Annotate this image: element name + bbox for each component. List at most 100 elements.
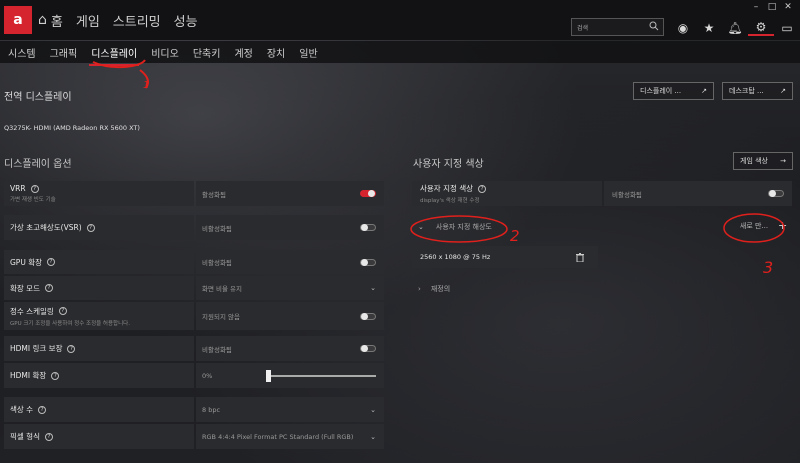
vrr-toggle[interactable] bbox=[360, 190, 376, 197]
resolution-entry[interactable]: 2560 x 1080 @ 75 Hz bbox=[412, 246, 598, 268]
external-link-icon: ↗ bbox=[701, 87, 707, 95]
override-label: 재정의 bbox=[430, 285, 451, 293]
amd-logo[interactable]: a bbox=[4, 6, 32, 34]
tab-system[interactable]: 시스템 bbox=[8, 45, 36, 60]
option-row-integer-scaling: 정수 스케일링? GPU 크기 조정을 사용하여 정수 조정을 허용합니다. 지… bbox=[4, 302, 384, 330]
top-bar: a ⌂ 홈 게임 스트리밍 성능 검색 – □ ✕ ◉ ★ 🔔︎ ⚙ ▭ bbox=[0, 0, 800, 40]
page-title: 전역 디스플레이 bbox=[4, 92, 72, 103]
new-resolution-button[interactable]: 새로 만... bbox=[726, 217, 782, 235]
option-label: 가상 초고해상도(VSR) bbox=[10, 223, 82, 232]
option-label: 픽셀 형식 bbox=[10, 432, 40, 441]
option-row-vrr: VRR? 가변 재생 빈도 기술 활성화됨 bbox=[4, 181, 384, 206]
monitor-icon[interactable]: ▭ bbox=[774, 20, 800, 36]
help-icon[interactable]: ? bbox=[38, 405, 47, 414]
option-label: HDMI 링크 보장 bbox=[10, 344, 63, 353]
help-icon[interactable]: ? bbox=[44, 432, 53, 441]
option-value: 비활성화됨 bbox=[202, 224, 232, 233]
home-icon: ⌂ bbox=[38, 12, 47, 28]
option-value: 화면 비율 유지 bbox=[202, 285, 243, 293]
desktop-button[interactable]: 데스크탑 ... ↗ bbox=[722, 82, 793, 100]
desktop-button-label: 데스크탑 ... bbox=[729, 87, 764, 95]
help-icon[interactable]: ? bbox=[58, 307, 67, 315]
nav-home[interactable]: ⌂ 홈 bbox=[38, 11, 63, 30]
custom-color-title: 사용자 지정 색상 bbox=[413, 159, 484, 170]
display-options-title: 디스플레이 옵션 bbox=[4, 159, 72, 170]
resolution-entry-label: 2560 x 1080 @ 75 Hz bbox=[420, 253, 491, 261]
tab-account[interactable]: 계정 bbox=[234, 45, 252, 60]
help-icon[interactable]: ? bbox=[67, 344, 76, 353]
nav-gaming[interactable]: 게임 bbox=[76, 11, 100, 30]
tab-general[interactable]: 일반 bbox=[299, 45, 317, 60]
option-row-gpu-scaling: GPU 확장? 비활성화됨 bbox=[4, 250, 384, 274]
chevron-down-icon: ⌄ bbox=[370, 432, 376, 441]
sub-nav: 시스템 그래픽 디스플레이 비디오 단축키 계정 장치 일반 bbox=[0, 41, 800, 66]
plus-icon[interactable]: + bbox=[778, 219, 787, 232]
tab-hotkeys[interactable]: 단축키 bbox=[193, 45, 221, 60]
tab-video[interactable]: 비디오 bbox=[151, 45, 179, 60]
option-label: GPU 확장 bbox=[10, 257, 43, 267]
option-value: 8 bpc bbox=[202, 405, 221, 414]
globe-icon[interactable]: ◉ bbox=[670, 20, 696, 36]
custom-resolution-label: 사용자 지정 해상도 bbox=[435, 223, 492, 231]
maximize-icon[interactable]: □ bbox=[764, 2, 780, 12]
option-sublabel: 가변 재생 빈도 기술 bbox=[10, 197, 56, 203]
gpu-scaling-toggle[interactable] bbox=[360, 258, 376, 266]
help-icon[interactable]: ? bbox=[478, 184, 487, 193]
chevron-right-icon: › bbox=[418, 285, 421, 293]
option-row-hdmi-scaling: HDMI 확장? 0% bbox=[4, 363, 384, 388]
vsr-toggle[interactable] bbox=[360, 224, 376, 231]
help-icon[interactable]: ? bbox=[86, 223, 95, 232]
option-label: HDMI 확장 bbox=[10, 371, 47, 380]
top-icons: ◉ ★ 🔔︎ ⚙ ▭ bbox=[670, 20, 800, 36]
nav-performance[interactable]: 성능 bbox=[174, 11, 198, 30]
option-label: VRR bbox=[10, 184, 26, 193]
integer-scaling-toggle[interactable] bbox=[360, 312, 376, 320]
option-value: RGB 4:4:4 Pixel Format PC Standard (Full… bbox=[202, 432, 354, 441]
minimize-icon[interactable]: – bbox=[748, 2, 764, 12]
option-row-hdmi-link: HDMI 링크 보장? 비활성화됨 bbox=[4, 336, 384, 361]
tab-graphics[interactable]: 그래픽 bbox=[50, 45, 78, 60]
slider-thumb[interactable] bbox=[266, 369, 271, 382]
star-icon[interactable]: ★ bbox=[696, 20, 722, 36]
main-nav: ⌂ 홈 게임 스트리밍 성능 bbox=[38, 11, 211, 30]
game-color-button[interactable]: 게임 색상 → bbox=[733, 152, 793, 170]
pixel-format-dropdown[interactable]: RGB 4:4:4 Pixel Format PC Standard (Full… bbox=[196, 424, 384, 449]
tab-devices[interactable]: 장치 bbox=[267, 45, 285, 60]
bell-icon[interactable]: 🔔︎ bbox=[722, 20, 748, 36]
chevron-down-icon: ⌄ bbox=[418, 223, 424, 231]
option-row-pixel-format: 픽셀 형식? RGB 4:4:4 Pixel Format PC Standar… bbox=[4, 424, 384, 449]
custom-color-toggle[interactable] bbox=[768, 190, 784, 197]
search-input[interactable]: 검색 bbox=[571, 18, 664, 36]
trash-icon[interactable] bbox=[576, 252, 584, 262]
option-label: 사용자 지정 색상 bbox=[420, 184, 474, 193]
chevron-down-icon: ⌄ bbox=[370, 405, 376, 414]
window-controls: – □ ✕ bbox=[748, 2, 796, 12]
option-label: 정수 스케일링 bbox=[10, 306, 54, 316]
scaling-mode-dropdown[interactable]: 화면 비율 유지 ⌄ bbox=[196, 276, 384, 300]
external-link-icon: ↗ bbox=[780, 87, 786, 95]
option-value: 활성화됨 bbox=[202, 190, 226, 199]
option-value: 지원되지 않음 bbox=[202, 313, 240, 321]
hdmi-scaling-slider[interactable] bbox=[266, 369, 376, 382]
color-depth-dropdown[interactable]: 8 bpc ⌄ bbox=[196, 397, 384, 422]
help-icon[interactable]: ? bbox=[51, 371, 60, 380]
nav-home-label: 홈 bbox=[50, 14, 63, 30]
nav-streaming[interactable]: 스트리밍 bbox=[113, 11, 161, 30]
help-icon[interactable]: ? bbox=[30, 184, 39, 193]
hdmi-link-toggle[interactable] bbox=[360, 345, 376, 352]
gear-icon[interactable]: ⚙ bbox=[748, 20, 774, 36]
option-sublabel: display's 색상 재현 수정 bbox=[420, 198, 480, 204]
option-row-color-depth: 색상 수? 8 bpc ⌄ bbox=[4, 397, 384, 422]
display-button-label: 디스플레이 ... bbox=[640, 87, 682, 95]
tab-display[interactable]: 디스플레이 bbox=[89, 45, 140, 66]
option-row-scaling-mode: 확장 모드? 화면 비율 유지 ⌄ bbox=[4, 276, 384, 300]
option-value: 0% bbox=[202, 371, 213, 380]
help-icon[interactable]: ? bbox=[44, 284, 53, 292]
display-button[interactable]: 디스플레이 ... ↗ bbox=[633, 82, 714, 100]
close-icon[interactable]: ✕ bbox=[780, 2, 796, 12]
monitor-name: Q3275K- HDMI (AMD Radeon RX 5600 XT) bbox=[4, 124, 140, 132]
help-icon[interactable]: ? bbox=[47, 258, 56, 266]
option-label: 색상 수 bbox=[10, 405, 34, 414]
option-value: 비활성화됨 bbox=[202, 345, 232, 354]
override-section[interactable]: › 재정의 bbox=[418, 284, 450, 294]
